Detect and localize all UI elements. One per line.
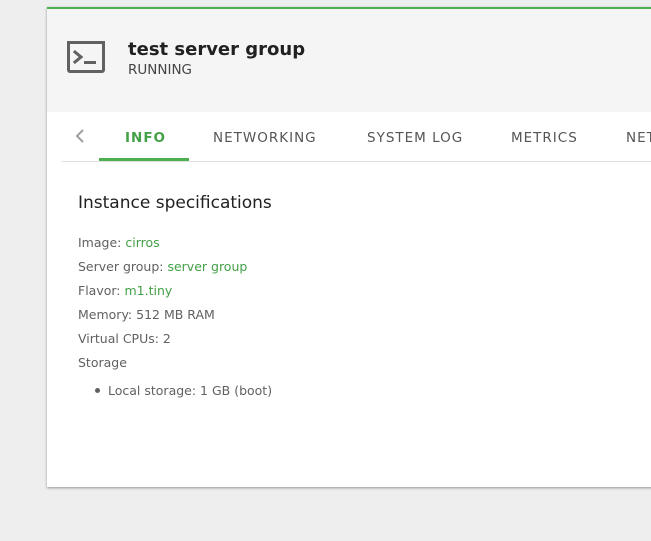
spec-flavor: Flavor: m1.tiny bbox=[78, 281, 247, 305]
flavor-link[interactable]: m1.tiny bbox=[124, 283, 172, 298]
section-title: Instance specifications bbox=[78, 193, 272, 213]
tab-metrics[interactable]: METRICS bbox=[511, 112, 578, 160]
spec-server-group: Server group: server group bbox=[78, 257, 247, 281]
instance-card: test server group RUNNING INFO NETWORKIN… bbox=[47, 7, 651, 487]
instance-status: RUNNING bbox=[128, 62, 192, 78]
tab-networking[interactable]: NETWORKING bbox=[213, 112, 317, 160]
instance-tabs: INFO NETWORKING SYSTEM LOG METRICS NET bbox=[62, 112, 651, 162]
chevron-left-icon[interactable] bbox=[70, 126, 90, 146]
spec-image: Image: cirros bbox=[78, 233, 247, 257]
server-group-link[interactable]: server group bbox=[167, 259, 247, 274]
terminal-icon bbox=[67, 41, 105, 73]
active-tab-indicator bbox=[99, 158, 189, 161]
spec-server-group-label: Server group: bbox=[78, 259, 164, 274]
instance-specs: Image: cirros Server group: server group… bbox=[78, 233, 247, 377]
spec-image-label: Image: bbox=[78, 235, 122, 250]
spec-storage-label: Storage bbox=[78, 355, 127, 370]
tab-net-truncated[interactable]: NET bbox=[626, 112, 651, 160]
list-item: Local storage: 1 GB (boot) bbox=[95, 383, 272, 398]
spec-memory: Memory: 512 MB RAM bbox=[78, 307, 215, 322]
tab-info[interactable]: INFO bbox=[125, 112, 166, 160]
instance-name: test server group bbox=[128, 39, 306, 60]
instance-header: test server group RUNNING bbox=[47, 9, 651, 112]
tab-system-log[interactable]: SYSTEM LOG bbox=[367, 112, 463, 160]
bullet-icon bbox=[95, 388, 100, 393]
spec-flavor-label: Flavor: bbox=[78, 283, 121, 298]
spec-vcpus: Virtual CPUs: 2 bbox=[78, 331, 171, 346]
image-link[interactable]: cirros bbox=[125, 235, 159, 250]
storage-list: Local storage: 1 GB (boot) bbox=[95, 383, 272, 398]
storage-item-text: Local storage: 1 GB (boot) bbox=[108, 383, 273, 398]
